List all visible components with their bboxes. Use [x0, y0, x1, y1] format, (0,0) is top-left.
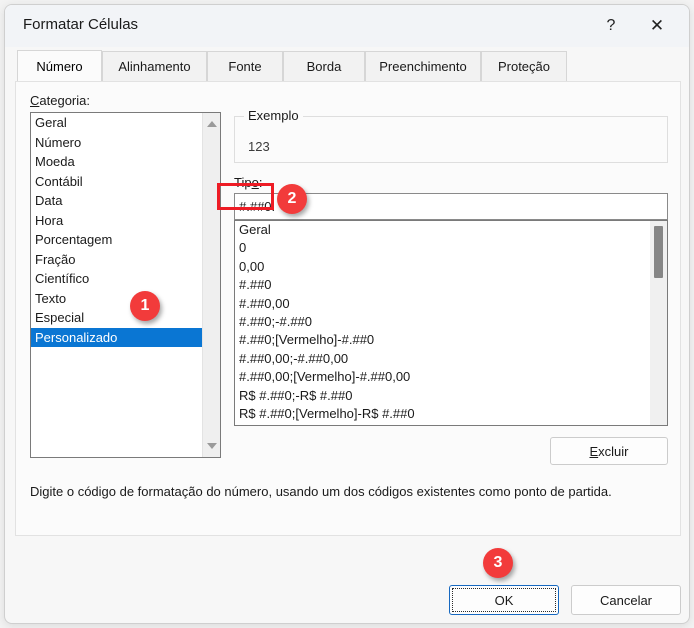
- tipo-item-label: 0,00: [239, 258, 265, 274]
- tipo-item-label: #.##0,00;[Vermelho]-#.##0,00: [239, 369, 411, 385]
- categoria-item[interactable]: Número: [31, 133, 203, 153]
- tipo-item-label: R$ #.##0;-R$ #.##0: [239, 387, 353, 403]
- tipo-item-label: #.##0,00: [239, 295, 290, 311]
- close-icon[interactable]: ✕: [641, 11, 673, 41]
- categoria-item-label: Fração: [35, 251, 76, 267]
- tab-preenchimento[interactable]: Preenchimento: [365, 51, 481, 81]
- scroll-up-icon[interactable]: [203, 115, 220, 133]
- tipo-listbox[interactable]: Geral 0 0,00 #.##0 #.##0,00 #.##0;-#.##0 #.##0…: [234, 220, 668, 426]
- categoria-item[interactable]: Hora: [31, 211, 203, 231]
- categoria-label-accel: C: [30, 93, 40, 108]
- tipo-label-suffix: :: [258, 175, 263, 190]
- hint-text: Digite o código de formatação do número,…: [30, 484, 612, 499]
- categoria-item-label: Geral: [35, 115, 67, 130]
- number-tab-panel: Categoria: Geral Número Moeda Contábil Data H…: [15, 81, 681, 536]
- tipo-item-label: Geral: [239, 222, 271, 237]
- tipo-item-label: #.##0: [239, 277, 272, 293]
- tab-prote-o[interactable]: Proteção: [481, 51, 567, 81]
- tipo-item-label: 0: [239, 240, 247, 256]
- annotation-badge-1: 1: [130, 291, 160, 321]
- tab-label: Proteção: [497, 59, 551, 74]
- tipo-item-label: #.##0;-#.##0: [239, 313, 313, 329]
- tab-borda[interactable]: Borda: [283, 51, 365, 81]
- categoria-listbox[interactable]: Geral Número Moeda Contábil Data Hora Porcenta…: [30, 112, 221, 458]
- categoria-item[interactable]: Especial: [31, 308, 203, 328]
- scroll-down-icon[interactable]: [203, 437, 220, 455]
- tipo-label: Tipo:: [234, 175, 262, 190]
- categoria-item[interactable]: Moeda: [31, 152, 203, 172]
- tipo-item[interactable]: R$ #.##0,00;-R$ #.##0,00: [235, 423, 648, 425]
- tab-label: Número: [36, 59, 83, 74]
- tipo-item[interactable]: Geral: [235, 221, 648, 239]
- categoria-item-label: Número: [35, 134, 82, 150]
- tipo-item[interactable]: 0,00: [235, 258, 648, 276]
- categoria-item-label: Científico: [35, 271, 90, 286]
- tipo-items: Geral 0 0,00 #.##0 #.##0,00 #.##0;-#.##0 #.##0…: [235, 221, 648, 425]
- annotation-badge-2: 2: [277, 184, 307, 214]
- categoria-item-label: Data: [35, 193, 63, 208]
- tipo-scrollbar-thumb[interactable]: [654, 226, 663, 278]
- tipo-item[interactable]: #.##0,00;[Vermelho]-#.##0,00: [235, 368, 648, 386]
- categoria-items: Geral Número Moeda Contábil Data Hora Porcenta…: [31, 113, 203, 347]
- cancel-button[interactable]: Cancelar: [571, 585, 681, 615]
- excluir-button[interactable]: Excluir: [550, 437, 668, 465]
- dialog-titlebar: Formatar Células ? ✕: [5, 5, 689, 47]
- tipo-item[interactable]: #.##0,00;-#.##0,00: [235, 350, 648, 368]
- tipo-item[interactable]: #.##0: [235, 276, 648, 294]
- categoria-label: Categoria:: [30, 93, 90, 108]
- ok-label: OK: [494, 592, 514, 608]
- tipo-item[interactable]: #.##0,00: [235, 295, 648, 313]
- categoria-item[interactable]: Personalizado: [31, 327, 203, 347]
- tipo-item-label: #.##0;[Vermelho]-#.##0: [239, 332, 375, 348]
- categoria-item-label: Especial: [35, 310, 85, 325]
- tab-alinhamento[interactable]: Alinhamento: [102, 51, 207, 81]
- tab-strip: Número Alinhamento Fonte Borda Preenchimento…: [5, 47, 689, 82]
- categoria-item-label: Personalizado: [35, 329, 118, 345]
- exemplo-legend: Exemplo: [244, 108, 303, 123]
- tipo-label-accel: o: [251, 175, 259, 190]
- tipo-item[interactable]: #.##0;-#.##0: [235, 313, 648, 331]
- tipo-item-label: R$ #.##0,00;-R$ #.##0,00: [239, 424, 389, 425]
- tab-fonte[interactable]: Fonte: [207, 51, 283, 81]
- tipo-item[interactable]: #.##0;[Vermelho]-#.##0: [235, 331, 648, 349]
- categoria-item[interactable]: Geral: [31, 113, 203, 133]
- categoria-item-label: Porcentagem: [35, 232, 113, 247]
- categoria-item[interactable]: Científico: [31, 269, 203, 289]
- dialog-title: Formatar Células: [23, 16, 139, 33]
- tipo-item[interactable]: 0: [235, 239, 648, 257]
- annotation-badge-3: 3: [483, 548, 513, 578]
- ok-button[interactable]: OK: [449, 585, 559, 615]
- exemplo-groupbox: [234, 116, 668, 163]
- tab-label: Borda: [306, 59, 342, 74]
- tab-label: Fonte: [228, 59, 262, 74]
- tab-n-mero[interactable]: Número: [17, 50, 102, 82]
- categoria-item-label: Moeda: [35, 154, 75, 169]
- categoria-item[interactable]: Data: [31, 191, 203, 211]
- excluir-accel: E: [589, 443, 599, 459]
- categoria-item[interactable]: Fração: [31, 250, 203, 270]
- help-icon[interactable]: ?: [595, 11, 627, 41]
- tab-label: Alinhamento: [118, 59, 191, 74]
- tipo-item[interactable]: R$ #.##0;-R$ #.##0: [235, 387, 648, 405]
- categoria-item-label: Contábil: [35, 173, 83, 189]
- categoria-label-rest: ategoria:: [39, 93, 90, 108]
- tab-label: Preenchimento: [379, 59, 467, 74]
- tipo-item[interactable]: R$ #.##0;[Vermelho]-R$ #.##0: [235, 405, 648, 423]
- categoria-item-label: Texto: [35, 290, 67, 306]
- categoria-item[interactable]: Porcentagem: [31, 230, 203, 250]
- format-cells-dialog: Formatar Células ? ✕ Número Alinhamento Fo…: [4, 4, 690, 624]
- exemplo-value: 123: [248, 139, 270, 154]
- tipo-label-prefix: Tip: [234, 175, 252, 190]
- categoria-item[interactable]: Texto: [31, 289, 203, 309]
- tipo-item-label: R$ #.##0;[Vermelho]-R$ #.##0: [239, 405, 415, 421]
- cancel-label: Cancelar: [599, 592, 653, 608]
- categoria-scrollbar[interactable]: [202, 113, 220, 457]
- tipo-scrollbar[interactable]: [650, 221, 667, 425]
- categoria-item[interactable]: Contábil: [31, 172, 203, 192]
- categoria-item-label: Hora: [35, 212, 64, 228]
- tipo-item-label: #.##0,00;-#.##0,00: [239, 350, 349, 366]
- excluir-rest: xcluir: [598, 443, 629, 459]
